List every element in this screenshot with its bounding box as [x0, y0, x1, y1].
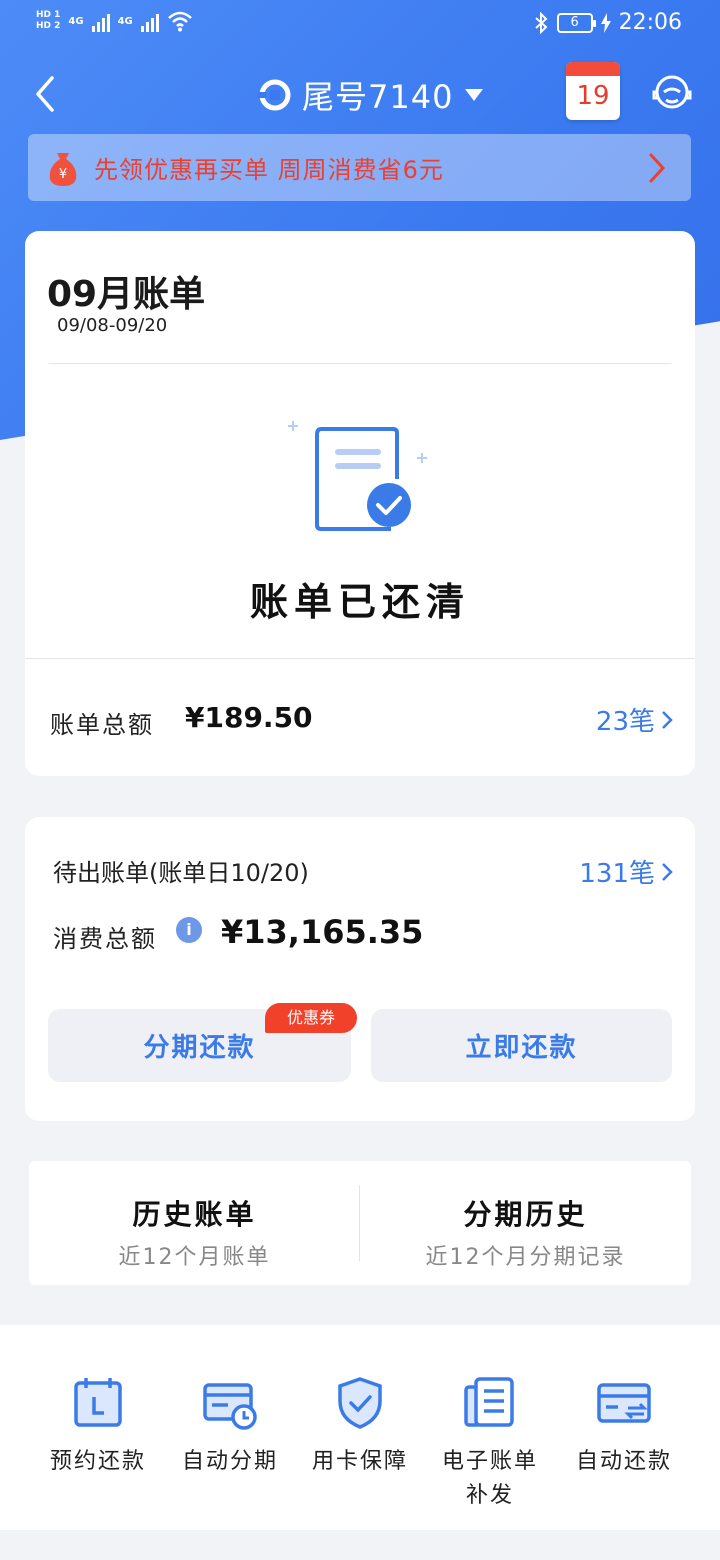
battery-icon: 6 [556, 12, 596, 33]
promo-text: 先领优惠再买单 周周消费省6元 [94, 156, 444, 184]
card-title: 尾号7140 [302, 78, 454, 116]
battery-level: 6 [570, 15, 579, 30]
customer-service-icon[interactable] [650, 70, 694, 114]
feature-label: 自动分期 [181, 1449, 278, 1474]
pending-bill-label: 待出账单(账单日10/20) [53, 859, 309, 887]
bottom-spacer [0, 1530, 720, 1560]
chevron-right-icon [662, 862, 673, 881]
wifi-icon [167, 11, 192, 32]
calendar-top [566, 62, 620, 76]
info-icon[interactable]: i [176, 917, 202, 943]
clock: 22:06 [618, 10, 682, 35]
bill-total-label: 账单总额 [50, 711, 154, 739]
calendar-day: 19 [576, 81, 610, 111]
feature-label-line-2: 补发 [465, 1483, 514, 1508]
history-card: 历史账单 近12个月账单 分期历史 近12个月分期记录 [29, 1161, 691, 1285]
card-selector[interactable]: 尾号7140 [258, 72, 484, 118]
bluetooth-icon [534, 11, 548, 34]
back-icon[interactable] [28, 70, 68, 118]
bill-transactions-link[interactable]: 23笔 [596, 701, 673, 738]
calendar-icon [74, 1378, 122, 1427]
feature-panel: 预约还款 自动分期 用卡保障 电子账单 补发 自动还款 [0, 1325, 720, 1530]
bill-date-range: 09/08-09/20 [57, 315, 168, 336]
card-clock-icon [203, 1383, 257, 1430]
nav-bar: 尾号7140 19 [0, 60, 720, 130]
card-refresh-icon [597, 1383, 651, 1423]
hd2-label: HD 2 [36, 21, 61, 31]
feature-label: 电子账单 补发 [424, 1445, 556, 1513]
status-right: 6 22:06 [533, 10, 682, 35]
status-bar: HD 1 HD 2 4G 4G 6 22:06 [0, 0, 720, 52]
charging-icon [600, 12, 611, 33]
svg-text:¥: ¥ [59, 167, 67, 182]
installment-history-link[interactable]: 分期历史 近12个月分期记录 [360, 1161, 691, 1285]
feature-label: 自动还款 [575, 1449, 672, 1474]
feature-auto-installment[interactable]: 自动分期 [164, 1355, 296, 1479]
hd1-label: HD 1 [36, 10, 61, 20]
shield-check-icon [338, 1377, 382, 1429]
feature-card-protection[interactable]: 用卡保障 [294, 1355, 426, 1479]
chevron-right-icon [649, 153, 666, 183]
feature-label-line-1: 电子账单 [441, 1449, 538, 1474]
feature-ebill-reissue[interactable]: 电子账单 补发 [424, 1355, 556, 1513]
feature-label: 预约还款 [49, 1449, 146, 1474]
network-type-1: 4G [68, 15, 84, 27]
network-type-2: 4G [117, 15, 133, 27]
pending-bill-card: 待出账单(账单日10/20) 131笔 消费总额 i ¥13,165.35 分期… [25, 817, 695, 1121]
money-bag-icon: ¥ [49, 152, 77, 186]
spend-total-label: 消费总额 [53, 925, 157, 953]
bill-transaction-count: 23笔 [595, 707, 655, 737]
chevron-right-icon [662, 710, 673, 729]
feature-label: 用卡保障 [311, 1449, 408, 1474]
calendar-icon[interactable]: 19 [566, 62, 620, 120]
bill-total-value: ¥189.50 [185, 701, 313, 734]
signal-icon-2 [140, 10, 159, 32]
coupon-badge: 优惠券 [265, 1003, 357, 1033]
document-icon [464, 1377, 514, 1427]
bank-logo-icon [258, 79, 291, 111]
bill-history-title: 历史账单 [132, 1198, 257, 1231]
bill-history-link[interactable]: 历史账单 近12个月账单 [29, 1161, 360, 1285]
bill-history-subtitle: 近12个月账单 [118, 1245, 271, 1270]
bill-card: 09月账单 09/08-09/20 账单已还清 账单总额 ¥189.50 23笔 [25, 231, 695, 776]
hd-indicator: HD 1 HD 2 [36, 10, 60, 32]
feature-auto-repay[interactable]: 自动还款 [558, 1355, 690, 1479]
dropdown-caret-icon [465, 89, 484, 101]
installment-history-subtitle: 近12个月分期记录 [425, 1245, 626, 1270]
spend-total-value: ¥13,165.35 [221, 913, 424, 951]
installment-history-title: 分期历史 [463, 1198, 588, 1231]
signal-icon [91, 10, 110, 32]
promo-banner[interactable]: ¥ 先领优惠再买单 周周消费省6元 [28, 134, 691, 201]
status-left: HD 1 HD 2 4G 4G [36, 10, 193, 32]
divider [25, 658, 695, 659]
pending-transaction-count: 131笔 [579, 859, 655, 889]
pending-transactions-link[interactable]: 131笔 [579, 853, 673, 890]
bill-paid-icon [288, 421, 427, 531]
bill-title: 09月账单 [47, 274, 206, 315]
repay-now-button[interactable]: 立即还款 [371, 1009, 672, 1082]
divider [49, 363, 671, 364]
bill-status: 账单已还清 [249, 580, 470, 624]
feature-scheduled-repay[interactable]: 预约还款 [32, 1355, 164, 1479]
